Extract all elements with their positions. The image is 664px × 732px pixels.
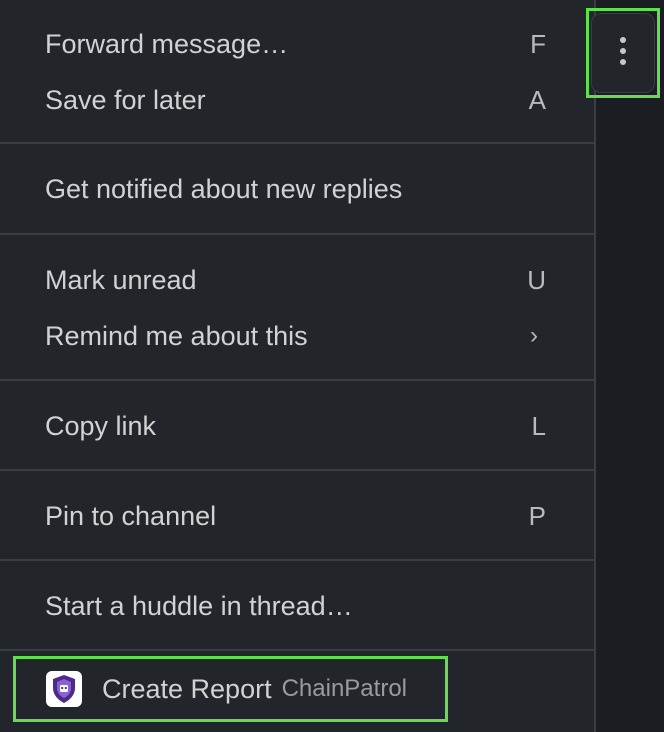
menu-item-label: Save for later: [45, 84, 206, 115]
menu-item-start-huddle[interactable]: Start a huddle in thread…: [0, 578, 594, 634]
shortcut-key: A: [528, 84, 546, 115]
message-actions-menu: Forward message… F Save for later A Get …: [0, 0, 596, 732]
app-name: ChainPatrol: [281, 675, 407, 702]
menu-item-label: Pin to channel: [45, 500, 217, 531]
menu-item-label: Mark unread: [45, 264, 197, 295]
menu-item-remind-me[interactable]: Remind me about this ›: [0, 308, 594, 364]
menu-section-huddle: Start a huddle in thread…: [0, 561, 594, 651]
menu-item-create-report[interactable]: Create Report ChainPatrol: [13, 656, 448, 722]
menu-item-forward-message[interactable]: Forward message… F: [0, 16, 594, 72]
menu-section-unread: Mark unread U Remind me about this ›: [0, 235, 594, 381]
chainpatrol-shield-icon: [46, 671, 82, 707]
more-actions-button-inner: [591, 13, 655, 93]
menu-item-label: Copy link: [45, 410, 157, 441]
message-pane-edge: [598, 0, 664, 732]
menu-item-copy-link[interactable]: Copy link L: [0, 398, 594, 454]
shortcut-key: F: [530, 28, 546, 59]
more-actions-button[interactable]: [586, 8, 660, 98]
menu-item-get-notified[interactable]: Get notified about new replies: [0, 161, 594, 217]
menu-item-label: Forward message…: [45, 28, 289, 59]
menu-section-pin: Pin to channel P: [0, 471, 594, 561]
menu-item-label: Start a huddle in thread…: [45, 590, 353, 621]
menu-item-label: Remind me about this: [45, 320, 308, 351]
menu-section-share: Forward message… F Save for later A: [0, 0, 594, 144]
shortcut-key: L: [531, 410, 546, 441]
more-vertical-icon: [619, 36, 627, 71]
app-action-label: Create Report: [102, 673, 272, 704]
menu-item-pin-to-channel[interactable]: Pin to channel P: [0, 488, 594, 544]
menu-section-notify: Get notified about new replies: [0, 144, 594, 235]
chevron-right-icon: ›: [530, 322, 538, 349]
menu-section-apps: Create Report ChainPatrol: [0, 651, 594, 732]
menu-item-save-for-later[interactable]: Save for later A: [0, 72, 594, 128]
menu-item-mark-unread[interactable]: Mark unread U: [0, 252, 594, 308]
shortcut-key: U: [527, 264, 546, 295]
shortcut-key: P: [528, 500, 546, 531]
menu-item-label: Get notified about new replies: [45, 173, 403, 204]
menu-section-link: Copy link L: [0, 381, 594, 471]
